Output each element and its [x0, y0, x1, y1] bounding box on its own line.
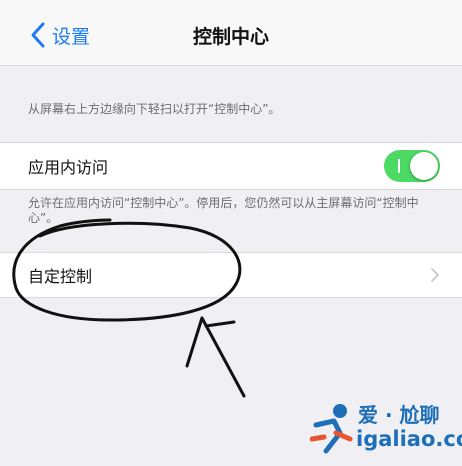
customize-controls-row[interactable]: 自定控制 [0, 252, 462, 298]
navigation-bar: 设置 控制中心 [0, 0, 462, 66]
customize-controls-label[interactable]: 自定控制 [28, 263, 92, 287]
access-within-apps-footer: 允许在应用内访问“控制中心”。停用后，您仍然可以从主屏幕访问“控制中心”。 [28, 196, 419, 225]
toggle-on-indicator-icon [398, 159, 400, 173]
access-within-apps-label: 应用内访问 [28, 158, 109, 177]
access-within-apps-row: 应用内访问 [0, 142, 462, 190]
access-within-apps-toggle[interactable] [384, 150, 440, 182]
page-title: 控制中心 [192, 26, 269, 48]
control-center-settings-screen: 设置 控制中心 从屏幕右上方边缘向下轻扫以打开“控制中心”。 应用内访问 允许在… [0, 0, 462, 466]
watermark: 爱 · 尬聊 igaliao.com [310, 395, 462, 461]
chevron-right-icon [431, 268, 439, 282]
toggle-knob [410, 152, 438, 180]
watermark-domain: igaliao.com [356, 427, 462, 451]
watermark-logo-icon [310, 404, 353, 454]
swipe-hint-text: 从屏幕右上方边缘向下轻扫以打开“控制中心”。 [28, 102, 281, 116]
handdrawn-arrow [185, 316, 246, 398]
watermark-brand: 爱 · 尬聊 [358, 403, 440, 427]
